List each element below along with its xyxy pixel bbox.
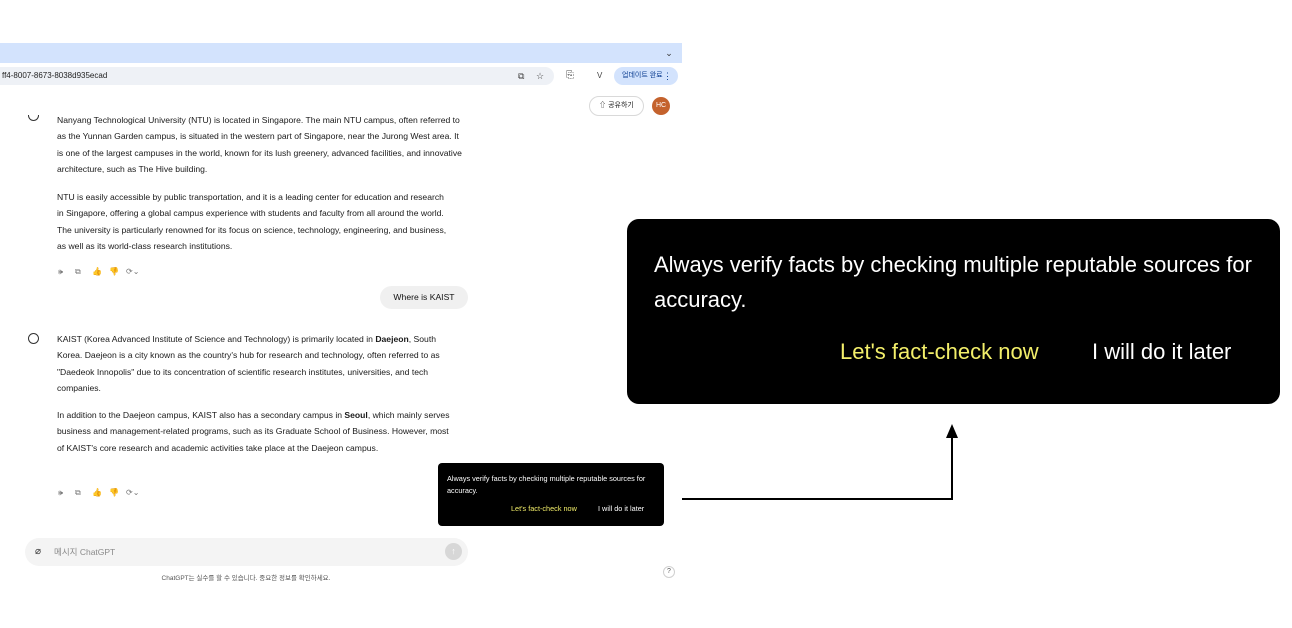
regenerate-icon[interactable]: ⟳⌄: [126, 266, 143, 278]
update-button[interactable]: 업데이트 완료 ⋮: [614, 67, 678, 85]
tab-search-chevron-icon[interactable]: ⌄: [662, 46, 676, 60]
browser-window: ⌄ ff4-8007-8673-8038d935ecad ⧉ ☆ ⎘ V 업데이…: [0, 0, 682, 628]
chatgpt-logo-icon: [28, 333, 39, 344]
send-button[interactable]: ↑: [445, 543, 462, 560]
avatar[interactable]: HC: [652, 97, 670, 115]
more-menu-icon[interactable]: ⋮: [663, 67, 672, 85]
share-button[interactable]: ⇧ 공유하기: [589, 96, 644, 116]
thumbs-up-icon[interactable]: 👍: [92, 487, 109, 499]
url-text[interactable]: ff4-8007-8673-8038d935ecad: [2, 67, 107, 85]
kaist-p1-intro: KAIST (Korea Advanced Institute of Scien…: [57, 334, 376, 344]
callout-connector-line: [682, 498, 953, 500]
chatgpt-logo-icon: [28, 115, 39, 121]
do-it-later-button[interactable]: I will do it later: [598, 504, 644, 513]
fact-check-now-button-zoomed[interactable]: Let's fact-check now: [840, 339, 1039, 365]
browser-toolbar: ff4-8007-8673-8038d935ecad ⧉ ☆ ⎘ V 업데이트 …: [0, 63, 682, 90]
thumbs-up-icon[interactable]: 👍: [92, 266, 109, 278]
do-it-later-button-zoomed[interactable]: I will do it later: [1092, 339, 1231, 365]
kaist-p1-bold-daejeon: Daejeon: [375, 334, 409, 344]
regenerate-icon[interactable]: ⟳⌄: [126, 487, 143, 499]
extensions-icon[interactable]: ⎘: [566, 69, 574, 83]
assistant-message-kaist-p1: KAIST (Korea Advanced Institute of Scien…: [57, 331, 452, 396]
copy-icon[interactable]: ⧉: [75, 266, 92, 278]
kaist-p2-bold-seoul: Seoul: [344, 410, 368, 420]
extension-v-icon[interactable]: V: [597, 69, 602, 83]
callout-arrow-icon: [946, 424, 958, 438]
callout-connector-line: [951, 436, 953, 500]
tab-strip: ⌄: [0, 43, 682, 63]
read-aloud-icon[interactable]: 🕪: [58, 487, 75, 499]
assistant-message-kaist-p2: In addition to the Daejeon campus, KAIST…: [57, 407, 457, 456]
user-message: Where is KAIST: [380, 286, 468, 309]
thumbs-down-icon[interactable]: 👎: [109, 487, 126, 499]
assistant-message-ntu-p2: NTU is easily accessible by public trans…: [57, 192, 447, 251]
fact-check-now-button[interactable]: Let's fact-check now: [511, 504, 577, 513]
translate-icon[interactable]: ⧉: [518, 67, 524, 85]
bookmark-star-icon[interactable]: ☆: [536, 67, 544, 85]
attach-paperclip-icon[interactable]: ⌀: [35, 545, 41, 559]
message-composer: ⌀ ↑: [25, 538, 468, 566]
kaist-p2-intro: In addition to the Daejeon campus, KAIST…: [57, 410, 345, 420]
copy-icon[interactable]: ⧉: [75, 487, 92, 499]
address-bar[interactable]: ff4-8007-8673-8038d935ecad ⧉ ☆: [0, 67, 554, 85]
fact-check-popup: Always verify facts by checking multiple…: [438, 463, 664, 526]
thumbs-down-icon[interactable]: 👎: [109, 266, 126, 278]
message-actions: 🕪 ⧉ 👍 👎 ⟳⌄: [58, 261, 143, 276]
message-input[interactable]: [54, 544, 434, 560]
message-actions: 🕪 ⧉ 👍 👎 ⟳⌄: [58, 482, 143, 497]
disclaimer-text: ChatGPT는 실수를 할 수 있습니다. 중요한 정보를 확인하세요.: [161, 575, 331, 582]
update-button-label: 업데이트 완료: [622, 72, 663, 79]
fact-check-popup-zoomed: Always verify facts by checking multiple…: [627, 219, 1280, 404]
popup-message: Always verify facts by checking multiple…: [447, 474, 646, 495]
read-aloud-icon[interactable]: 🕪: [58, 266, 75, 278]
help-button[interactable]: ?: [663, 566, 675, 578]
popup-message-zoomed: Always verify facts by checking multiple…: [654, 252, 1252, 312]
assistant-message-ntu-p1: Nanyang Technological University (NTU) i…: [57, 115, 462, 174]
